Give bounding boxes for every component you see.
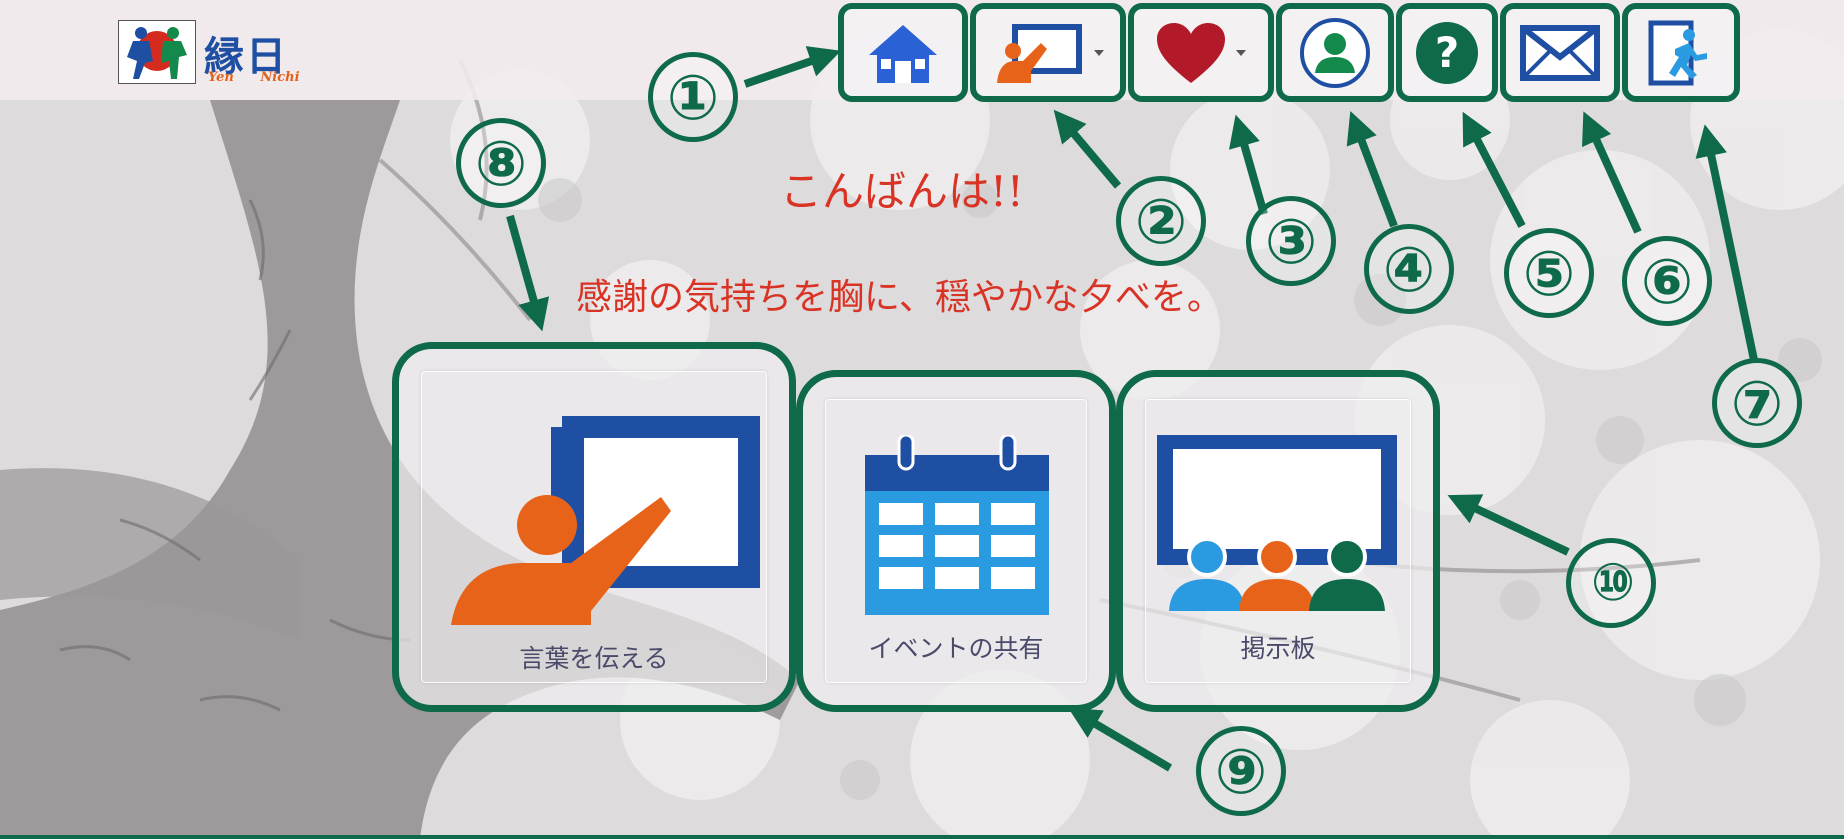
home-button[interactable] bbox=[838, 3, 968, 102]
profile-button[interactable] bbox=[1276, 3, 1394, 102]
chevron-down-icon bbox=[1094, 49, 1104, 56]
envelope-icon bbox=[1520, 24, 1600, 81]
card-bulletin-board[interactable]: 掲示板 bbox=[1116, 370, 1440, 712]
chevron-down-icon bbox=[1236, 49, 1246, 56]
logout-button[interactable] bbox=[1622, 3, 1740, 102]
logo-figures-icon bbox=[118, 20, 196, 84]
presenter-icon bbox=[997, 23, 1082, 83]
svg-text:?: ? bbox=[1435, 28, 1459, 77]
question-icon: ? bbox=[1416, 21, 1478, 84]
favorites-menu-button[interactable] bbox=[1128, 3, 1274, 102]
help-button[interactable]: ? bbox=[1396, 3, 1498, 102]
card-event-share-label: イベントの共有 bbox=[868, 634, 1044, 663]
home-icon bbox=[869, 24, 937, 83]
logo-subtitle: Yen Nichi bbox=[208, 70, 300, 85]
heart-icon bbox=[1157, 22, 1225, 83]
annotation-5: ⑤ bbox=[1504, 228, 1594, 318]
card-bulletin-board-label: 掲示板 bbox=[1240, 634, 1316, 663]
greeting-text: こんばんは!! bbox=[780, 167, 1024, 216]
annotation-1: ① bbox=[648, 52, 738, 142]
lecture-menu-button[interactable] bbox=[970, 3, 1126, 102]
board-icon bbox=[1157, 435, 1397, 611]
mail-button[interactable] bbox=[1500, 3, 1620, 102]
annotation-2: ② bbox=[1116, 176, 1206, 266]
annotation-7: ⑦ bbox=[1712, 358, 1802, 448]
annotation-9: ⑨ bbox=[1196, 726, 1286, 816]
evening-message: 感謝の気持ちを胸に、穏やかな夕べを。 bbox=[576, 277, 1223, 318]
card-send-words[interactable]: 言葉を伝える bbox=[392, 342, 796, 712]
user-icon bbox=[1300, 17, 1370, 88]
bottom-border bbox=[0, 835, 1844, 839]
card-send-words-label: 言葉を伝える bbox=[519, 644, 669, 673]
annotation-8: ⑧ bbox=[456, 118, 546, 208]
calendar-icon bbox=[865, 435, 1049, 615]
annotation-10: ⑩ bbox=[1566, 538, 1656, 628]
presenter-icon bbox=[451, 416, 760, 625]
yennichi-logo[interactable]: 縁日 Yen Nichi bbox=[118, 20, 318, 90]
annotation-3: ③ bbox=[1246, 196, 1336, 286]
annotation-6: ⑥ bbox=[1622, 236, 1712, 326]
annotation-4: ④ bbox=[1364, 224, 1454, 314]
exit-icon bbox=[1648, 20, 1707, 85]
card-event-share[interactable]: イベントの共有 bbox=[796, 370, 1116, 712]
